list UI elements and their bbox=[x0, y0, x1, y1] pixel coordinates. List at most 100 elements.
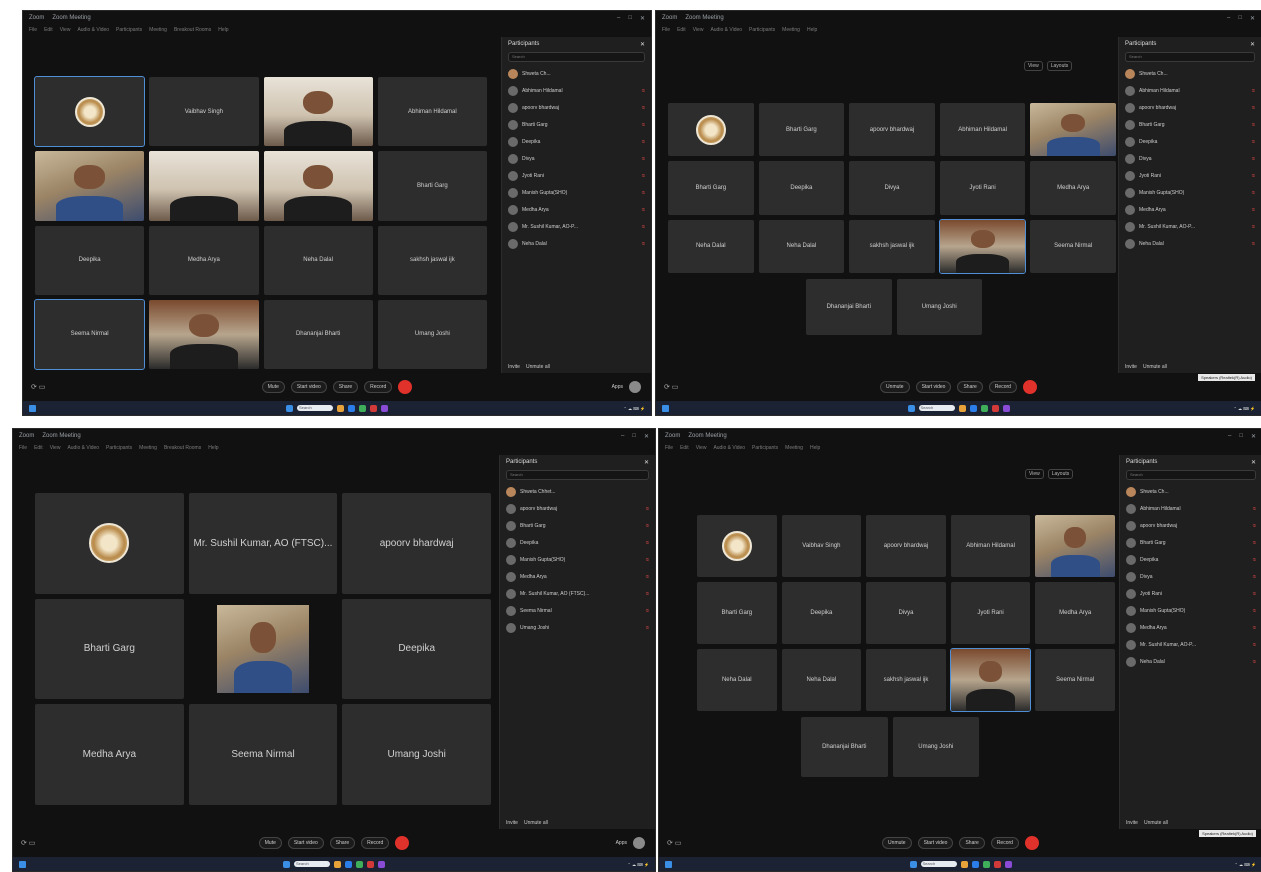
start-video-button[interactable]: Start video bbox=[917, 837, 954, 849]
start-icon[interactable] bbox=[29, 404, 36, 412]
close-icon[interactable]: ✕ bbox=[1251, 433, 1256, 440]
explorer-icon[interactable] bbox=[960, 860, 968, 868]
menu-edit[interactable]: Edit bbox=[680, 445, 689, 451]
participant-row[interactable]: Medha Arya ⦸ bbox=[1119, 201, 1261, 218]
participant-search-input[interactable]: Search bbox=[508, 52, 645, 62]
close-icon[interactable]: ✕ bbox=[1250, 41, 1255, 48]
invite-button[interactable]: Invite bbox=[1126, 820, 1138, 826]
participant-row[interactable]: Abhiman Hildamal ⦸ bbox=[502, 82, 651, 99]
participant-row[interactable]: Manish Gupta(SHO) ⦸ bbox=[1120, 602, 1261, 619]
video-tile[interactable]: Neha Dalal bbox=[758, 219, 845, 273]
windows-icon[interactable] bbox=[286, 404, 293, 412]
menu-view[interactable]: View bbox=[696, 445, 707, 451]
unmute-all-button[interactable]: Unmute all bbox=[1144, 820, 1168, 826]
video-tile[interactable]: Neha Dalal bbox=[781, 649, 862, 711]
participant-row[interactable]: Jyoti Rani ⦸ bbox=[1120, 585, 1261, 602]
explorer-icon[interactable] bbox=[337, 404, 344, 412]
menu-help[interactable]: Help bbox=[208, 445, 218, 451]
video-tile[interactable]: Dhananjai Bharti bbox=[263, 299, 373, 369]
video-tile[interactable]: Divya bbox=[849, 161, 935, 215]
audio-settings-icon[interactable]: ⟳ ▭ bbox=[664, 383, 678, 391]
video-tile[interactable]: Neha Dalal bbox=[668, 219, 754, 273]
video-tile[interactable]: sakhsh jaswal ijk bbox=[849, 219, 935, 273]
menu-meeting[interactable]: Meeting bbox=[149, 27, 167, 33]
record-button[interactable]: Record bbox=[990, 837, 1019, 849]
video-tile-host[interactable] bbox=[33, 75, 146, 148]
start-video-button[interactable]: Start video bbox=[287, 837, 324, 849]
layouts-button[interactable]: Layouts bbox=[1046, 61, 1073, 71]
menu-participants[interactable]: Participants bbox=[116, 27, 142, 33]
end-meeting-button[interactable] bbox=[1024, 836, 1039, 850]
video-tile[interactable] bbox=[949, 648, 1032, 712]
menu-file[interactable]: File bbox=[665, 445, 673, 451]
video-tile[interactable]: sakhsh jaswal ijk bbox=[866, 649, 946, 711]
participant-row[interactable]: Mr. Sushil Kumar, AO-P... ⦸ bbox=[1119, 218, 1261, 235]
participant-row[interactable]: Neha Dalal ⦸ bbox=[502, 235, 651, 252]
participant-row[interactable]: Divya ⦸ bbox=[1120, 568, 1261, 585]
participant-row[interactable]: Divya ⦸ bbox=[1119, 150, 1261, 167]
participant-row[interactable]: apoorv bhardwaj ⦸ bbox=[502, 99, 651, 116]
video-tile[interactable]: Bharti Garg bbox=[697, 582, 777, 644]
participant-row[interactable]: Neha Dalal ⦸ bbox=[1120, 653, 1261, 670]
participant-row[interactable]: Bharti Garg ⦸ bbox=[1120, 534, 1261, 551]
audio-settings-icon[interactable]: ⟳ ▭ bbox=[31, 383, 45, 391]
video-tile[interactable]: Seema Nirmal bbox=[33, 298, 146, 371]
start-icon[interactable] bbox=[665, 860, 672, 868]
menu-audio-video[interactable]: Audio & Video bbox=[713, 445, 745, 451]
video-tile[interactable] bbox=[263, 77, 373, 147]
zoom-icon[interactable] bbox=[345, 860, 352, 868]
close-icon[interactable]: ✕ bbox=[1250, 15, 1255, 22]
zoom-icon[interactable] bbox=[348, 404, 355, 412]
menu-audio-video[interactable]: Audio & Video bbox=[67, 445, 99, 451]
video-tile[interactable]: Deepika bbox=[342, 598, 491, 700]
video-tile[interactable]: Medha Arya bbox=[149, 225, 259, 295]
video-tile[interactable] bbox=[938, 218, 1027, 274]
record-button[interactable]: Record bbox=[364, 381, 393, 393]
video-tile[interactable]: Deepika bbox=[758, 161, 845, 215]
menu-breakout[interactable]: Breakout Rooms bbox=[174, 27, 211, 33]
apps-button[interactable]: Apps bbox=[616, 840, 627, 846]
menu-help[interactable]: Help bbox=[810, 445, 820, 451]
app-icon[interactable] bbox=[378, 860, 385, 868]
menu-help[interactable]: Help bbox=[807, 27, 817, 33]
end-meeting-button[interactable] bbox=[398, 380, 413, 394]
participant-row[interactable]: Deepika ⦸ bbox=[500, 534, 655, 551]
participant-row[interactable]: Divya ⦸ bbox=[502, 150, 651, 167]
video-tile[interactable]: Medha Arya bbox=[35, 704, 184, 805]
video-tile[interactable]: Neha Dalal bbox=[263, 225, 373, 295]
minimize-icon[interactable]: – bbox=[1227, 15, 1230, 22]
participant-row[interactable]: Manish Gupta(SHO) ⦸ bbox=[500, 551, 655, 568]
end-meeting-button[interactable] bbox=[395, 836, 410, 850]
end-meeting-button[interactable] bbox=[1022, 380, 1037, 394]
share-button[interactable]: Share bbox=[959, 837, 985, 849]
close-icon[interactable]: ✕ bbox=[644, 433, 649, 440]
video-tile[interactable] bbox=[149, 299, 259, 369]
menu-view[interactable]: View bbox=[60, 27, 71, 33]
video-tile[interactable]: Divya bbox=[866, 582, 946, 644]
participant-row[interactable]: Deepika ⦸ bbox=[502, 133, 651, 150]
explorer-icon[interactable] bbox=[334, 860, 341, 868]
video-tile[interactable] bbox=[1030, 103, 1116, 157]
view-button[interactable]: View bbox=[1024, 61, 1043, 71]
video-tile[interactable]: sakhsh jaswal ijk bbox=[377, 225, 487, 295]
app-icon[interactable] bbox=[1004, 860, 1012, 868]
app-icon[interactable] bbox=[993, 860, 1001, 868]
video-tile[interactable]: Vaibhav Singh bbox=[781, 515, 862, 577]
video-tile[interactable]: Vaibhav Singh bbox=[149, 77, 259, 147]
minimize-icon[interactable]: – bbox=[1228, 433, 1231, 440]
app-icon[interactable] bbox=[381, 404, 388, 412]
video-tile-host[interactable] bbox=[35, 493, 184, 594]
close-icon[interactable]: ✕ bbox=[1251, 459, 1256, 466]
windows-icon[interactable] bbox=[909, 860, 917, 868]
video-tile[interactable] bbox=[188, 598, 338, 700]
maximize-icon[interactable]: □ bbox=[1239, 433, 1243, 440]
participant-search-input[interactable]: Search bbox=[1125, 52, 1255, 62]
participant-row[interactable]: apoorv bhardwaj ⦸ bbox=[1120, 517, 1261, 534]
menu-edit[interactable]: Edit bbox=[34, 445, 43, 451]
unmute-button[interactable]: Unmute bbox=[880, 381, 910, 393]
video-tile-host[interactable] bbox=[697, 515, 777, 577]
menu-participants[interactable]: Participants bbox=[749, 27, 775, 33]
close-icon[interactable]: ✕ bbox=[640, 41, 645, 48]
participant-row[interactable]: Manish Gupta(SHO) ⦸ bbox=[502, 184, 651, 201]
participant-row[interactable]: Jyoti Rani ⦸ bbox=[502, 167, 651, 184]
